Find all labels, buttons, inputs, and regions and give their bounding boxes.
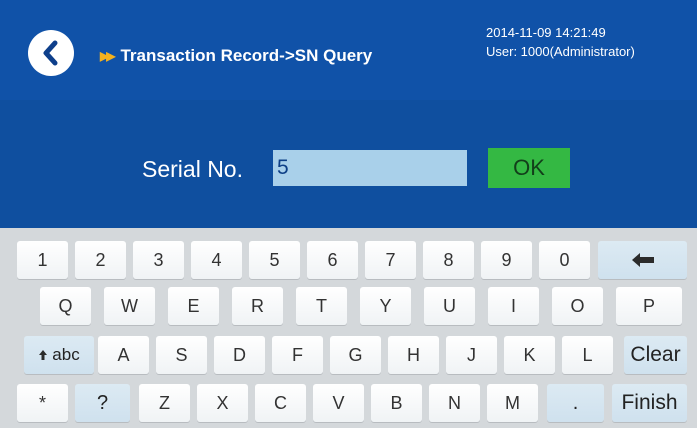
ok-button[interactable]: OK [488,148,570,188]
datetime: 2014-11-09 14:21:49 [486,25,606,40]
key-f[interactable]: F [272,336,323,374]
key-g[interactable]: G [330,336,381,374]
key-6[interactable]: 6 [307,241,358,279]
key-u[interactable]: U [424,287,475,325]
clear-key[interactable]: Clear [624,336,687,374]
key-5[interactable]: 5 [249,241,300,279]
key-o[interactable]: O [552,287,603,325]
shift-arrow-icon [39,350,48,360]
key-h[interactable]: H [388,336,439,374]
key-i[interactable]: I [488,287,539,325]
breadcrumb: ▶▶ Transaction Record->SN Query [100,46,372,66]
key-n[interactable]: N [429,384,480,422]
key-7[interactable]: 7 [365,241,416,279]
key-y[interactable]: Y [360,287,411,325]
key-question[interactable]: ? [75,384,130,422]
serial-label: Serial No. [142,156,243,182]
key-4[interactable]: 4 [191,241,242,279]
key-r[interactable]: R [232,287,283,325]
onscreen-keyboard: 1 2 3 4 5 6 7 8 9 0 Q W E R T Y U I O P … [0,228,697,428]
key-0[interactable]: 0 [539,241,590,279]
key-c[interactable]: C [255,384,306,422]
breadcrumb-arrows-icon: ▶▶ [100,49,116,63]
key-m[interactable]: M [487,384,538,422]
key-p[interactable]: P [616,287,682,325]
status-info: 2014-11-09 14:21:49 User: 1000(Administr… [486,23,635,61]
key-a[interactable]: A [98,336,149,374]
key-2[interactable]: 2 [75,241,126,279]
key-3[interactable]: 3 [133,241,184,279]
key-z[interactable]: Z [139,384,190,422]
back-arrow-icon [43,40,58,66]
key-q[interactable]: Q [40,287,91,325]
key-v[interactable]: V [313,384,364,422]
key-b[interactable]: B [371,384,422,422]
key-x[interactable]: X [197,384,248,422]
key-l[interactable]: L [562,336,613,374]
shift-key-label: abc [52,345,80,364]
breadcrumb-text: Transaction Record->SN Query [120,46,373,65]
key-d[interactable]: D [214,336,265,374]
backspace-key[interactable] [598,241,687,279]
shift-key[interactable]: abc [24,336,94,374]
key-9[interactable]: 9 [481,241,532,279]
key-w[interactable]: W [104,287,155,325]
key-j[interactable]: J [446,336,497,374]
key-s[interactable]: S [156,336,207,374]
serial-input[interactable] [273,150,467,186]
sn-query-screen: ▶▶ Transaction Record->SN Query 2014-11-… [0,0,697,428]
user-info: User: 1000(Administrator) [486,44,635,59]
backspace-icon [631,253,654,267]
finish-key[interactable]: Finish [612,384,687,422]
key-asterisk[interactable]: * [17,384,68,422]
header-bar: ▶▶ Transaction Record->SN Query 2014-11-… [0,0,697,100]
key-k[interactable]: K [504,336,555,374]
back-button[interactable] [28,30,74,76]
query-form: Serial No. OK [0,100,697,228]
key-1[interactable]: 1 [17,241,68,279]
key-e[interactable]: E [168,287,219,325]
key-t[interactable]: T [296,287,347,325]
key-8[interactable]: 8 [423,241,474,279]
key-period[interactable]: . [547,384,604,422]
